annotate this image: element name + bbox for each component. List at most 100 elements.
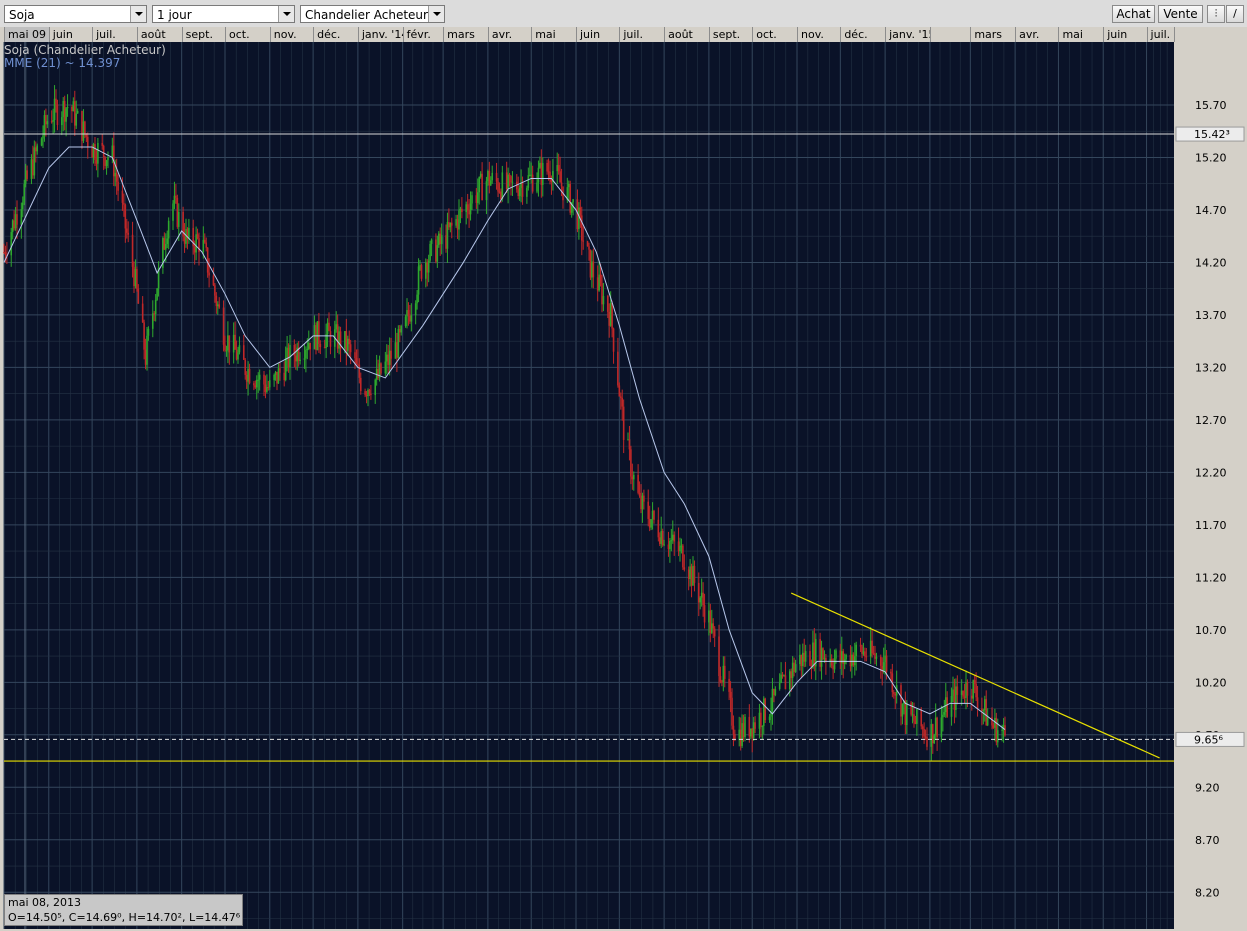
candle-body bbox=[713, 628, 716, 637]
sell-button[interactable]: Vente bbox=[1158, 5, 1203, 23]
month-label[interactable]: déc. bbox=[840, 27, 885, 42]
candle-body bbox=[420, 265, 423, 279]
month-label[interactable]: juil. bbox=[92, 27, 137, 42]
candle-body bbox=[36, 145, 39, 152]
month-label[interactable]: mai bbox=[531, 27, 576, 42]
month-label[interactable]: sept. bbox=[181, 27, 225, 42]
month-label[interactable]: juil. bbox=[619, 27, 664, 42]
candle-body bbox=[884, 655, 886, 663]
month-label[interactable]: déc. bbox=[313, 27, 358, 42]
month-label[interactable]: oct. bbox=[752, 27, 797, 42]
candle-body bbox=[255, 379, 258, 388]
candle-body bbox=[475, 195, 478, 203]
candle-body bbox=[673, 534, 676, 542]
buy-button[interactable]: Achat bbox=[1112, 5, 1155, 23]
chevron-down-icon[interactable] bbox=[130, 6, 146, 22]
candle-body bbox=[234, 334, 236, 350]
month-label[interactable]: juin bbox=[576, 27, 619, 42]
month-label[interactable]: févr. bbox=[402, 27, 443, 42]
month-label[interactable]: avr. bbox=[1015, 27, 1058, 42]
candle-body bbox=[648, 518, 651, 528]
month-label[interactable]: mars bbox=[443, 27, 488, 42]
candle-body bbox=[793, 662, 795, 672]
candle-body bbox=[469, 203, 472, 215]
y-tick-label: 12.20 bbox=[1195, 466, 1227, 479]
candle-body bbox=[173, 195, 176, 204]
candle-body bbox=[476, 192, 479, 203]
candle-body bbox=[445, 235, 447, 249]
chevron-down-icon[interactable] bbox=[278, 6, 294, 22]
candle-body bbox=[177, 211, 180, 227]
candle-body bbox=[437, 233, 440, 246]
chevron-down-icon[interactable] bbox=[428, 6, 444, 22]
candle-body bbox=[822, 648, 824, 660]
month-axis: mai 09 juin juil. août sept. oct. nov. déc. janv… bbox=[0, 27, 1247, 42]
month-label[interactable] bbox=[929, 27, 970, 42]
month-label[interactable]: mars bbox=[970, 27, 1015, 42]
month-label[interactable]: juin bbox=[1103, 27, 1146, 42]
candle-body bbox=[731, 697, 733, 726]
chart-style-select[interactable]: Chandelier Acheteur bbox=[300, 5, 445, 23]
month-label[interactable]: août bbox=[136, 27, 182, 42]
candle-body bbox=[82, 121, 85, 141]
candle-body bbox=[865, 656, 868, 658]
month-label[interactable]: avr. bbox=[487, 27, 531, 42]
candle-body bbox=[830, 659, 833, 666]
candle-body bbox=[11, 220, 14, 233]
candle-body bbox=[338, 331, 340, 349]
candle-body bbox=[875, 656, 878, 659]
candle-body bbox=[380, 363, 382, 374]
draw-line-icon[interactable]: / bbox=[1226, 5, 1244, 23]
candle-body bbox=[709, 610, 712, 633]
y-tick-label: 12.70 bbox=[1195, 414, 1227, 427]
candle-body bbox=[374, 379, 377, 396]
candle-body bbox=[729, 691, 732, 698]
candle-body bbox=[940, 717, 943, 737]
month-label[interactable]: juin bbox=[48, 27, 92, 42]
candle-body bbox=[628, 439, 631, 450]
month-label[interactable]: nov. bbox=[797, 27, 840, 42]
period-select[interactable]: 1 jour bbox=[152, 5, 295, 23]
candle-body bbox=[127, 232, 130, 235]
candle-body bbox=[712, 623, 715, 629]
y-tick-label: 10.70 bbox=[1195, 624, 1227, 637]
candle-body bbox=[214, 285, 216, 296]
candle-body bbox=[643, 495, 645, 502]
candle-body bbox=[488, 170, 491, 186]
month-label[interactable]: août bbox=[664, 27, 709, 42]
month-label[interactable]: juil. bbox=[1146, 27, 1174, 42]
candle-body bbox=[682, 545, 684, 568]
candle-body bbox=[354, 352, 356, 359]
candle-body bbox=[227, 335, 229, 351]
candle-body bbox=[465, 204, 468, 213]
candle-body bbox=[851, 654, 853, 667]
month-label[interactable]: janv. '14 bbox=[357, 27, 403, 42]
candle-body bbox=[547, 171, 550, 173]
candle-body bbox=[819, 638, 821, 667]
candle-body bbox=[264, 384, 267, 392]
month-label[interactable]: mai bbox=[1058, 27, 1103, 42]
month-label[interactable]: sept. bbox=[708, 27, 752, 42]
candle-body bbox=[771, 688, 774, 712]
candle-body bbox=[809, 651, 811, 666]
month-label[interactable]: mai 09 bbox=[4, 27, 49, 42]
month-label[interactable]: oct. bbox=[225, 27, 270, 42]
candle-body bbox=[528, 174, 531, 176]
candle-body bbox=[641, 495, 644, 510]
candle-body bbox=[459, 208, 462, 211]
candle-body bbox=[23, 183, 26, 203]
month-label[interactable]: janv. '15 bbox=[885, 27, 930, 42]
candle-body bbox=[175, 195, 177, 198]
candle-body bbox=[30, 159, 33, 179]
symbol-select[interactable]: Soja bbox=[4, 5, 147, 23]
candle-body bbox=[800, 654, 803, 667]
candle-body bbox=[440, 235, 443, 245]
candle-body bbox=[166, 238, 169, 245]
month-label[interactable]: nov. bbox=[269, 27, 313, 42]
candle-body bbox=[982, 709, 985, 711]
candle-body bbox=[874, 653, 876, 659]
candle-body bbox=[146, 335, 148, 365]
price-chart[interactable]: 15.70 15.20 14.70 14.20 13.70 13.20 12.70 12.20… bbox=[0, 42, 1247, 931]
candle-body bbox=[794, 664, 797, 672]
bar-chart-icon[interactable]: ⫶ bbox=[1207, 5, 1225, 23]
